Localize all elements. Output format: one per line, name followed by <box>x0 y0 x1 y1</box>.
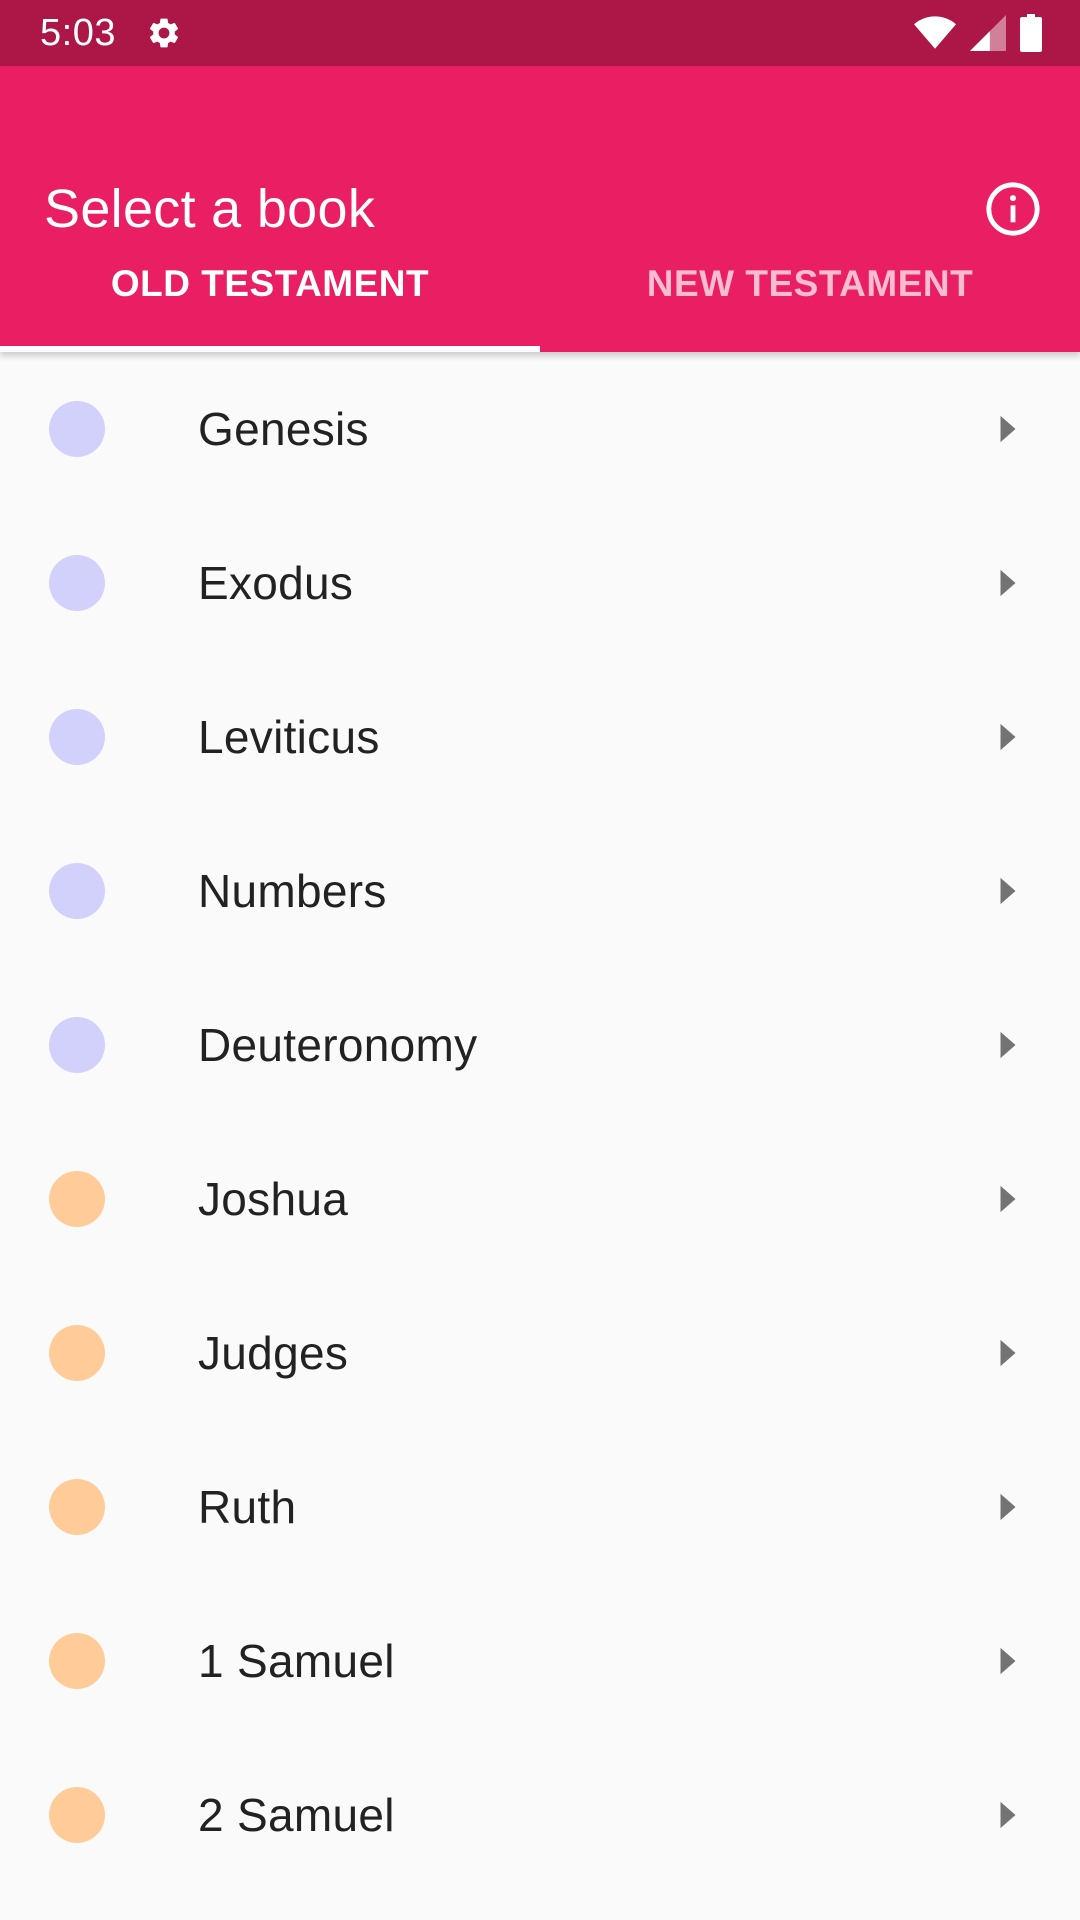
book-name: Joshua <box>198 1173 349 1225</box>
list-item[interactable]: Ruth <box>0 1430 1080 1584</box>
book-category-dot <box>49 1325 105 1381</box>
chevron-right-icon <box>1000 569 1016 597</box>
list-item[interactable]: 1 Samuel <box>0 1584 1080 1738</box>
wifi-icon <box>914 15 956 56</box>
status-bar: 5:03 <box>0 0 1080 66</box>
chevron-right-icon <box>1000 1801 1016 1829</box>
book-category-dot <box>49 1017 105 1073</box>
list-item[interactable]: Judges <box>0 1276 1080 1430</box>
list-item[interactable]: Exodus <box>0 506 1080 660</box>
book-category-dot <box>49 1171 105 1227</box>
list-item[interactable]: Numbers <box>0 814 1080 968</box>
testament-tabs: OLD TESTAMENT NEW TESTAMENT <box>0 230 1080 352</box>
book-list: Genesis Exodus Leviticus Numbers Deuteronomy… <box>0 352 1080 1892</box>
list-item[interactable]: Leviticus <box>0 660 1080 814</box>
battery-icon <box>1020 14 1042 57</box>
book-name: Deuteronomy <box>198 1019 478 1071</box>
tab-new-testament[interactable]: NEW TESTAMENT <box>540 230 1080 352</box>
book-category-dot <box>49 401 105 457</box>
chevron-right-icon <box>1000 1031 1016 1059</box>
list-item[interactable]: 2 Samuel <box>0 1738 1080 1892</box>
chevron-right-icon <box>1000 415 1016 443</box>
gear-icon <box>146 13 186 53</box>
book-category-dot <box>49 1787 105 1843</box>
book-category-dot <box>49 1479 105 1535</box>
book-name: Exodus <box>198 557 354 609</box>
chevron-right-icon <box>1000 877 1016 905</box>
book-name: 2 Samuel <box>198 1789 395 1841</box>
book-category-dot <box>49 709 105 765</box>
book-name: Numbers <box>198 865 387 917</box>
book-name: Judges <box>198 1327 349 1379</box>
chevron-right-icon <box>1000 723 1016 751</box>
book-category-dot <box>49 555 105 611</box>
list-item[interactable]: Genesis <box>0 352 1080 506</box>
status-icons <box>914 14 1042 57</box>
chevron-right-icon <box>1000 1339 1016 1367</box>
chevron-right-icon <box>1000 1647 1016 1675</box>
book-category-dot <box>49 863 105 919</box>
signal-icon <box>970 15 1006 56</box>
book-category-dot <box>49 1633 105 1689</box>
status-time: 5:03 <box>40 11 116 54</box>
chevron-right-icon <box>1000 1493 1016 1521</box>
book-name: Ruth <box>198 1481 297 1533</box>
tab-old-testament[interactable]: OLD TESTAMENT <box>0 230 540 352</box>
list-item[interactable]: Deuteronomy <box>0 968 1080 1122</box>
chevron-right-icon <box>1000 1185 1016 1213</box>
app-bar: Select a book OLD TESTAMENT NEW TESTAMEN… <box>0 66 1080 352</box>
book-name: 1 Samuel <box>198 1635 395 1687</box>
book-name: Genesis <box>198 403 369 455</box>
list-item[interactable]: Joshua <box>0 1122 1080 1276</box>
book-name: Leviticus <box>198 711 380 763</box>
